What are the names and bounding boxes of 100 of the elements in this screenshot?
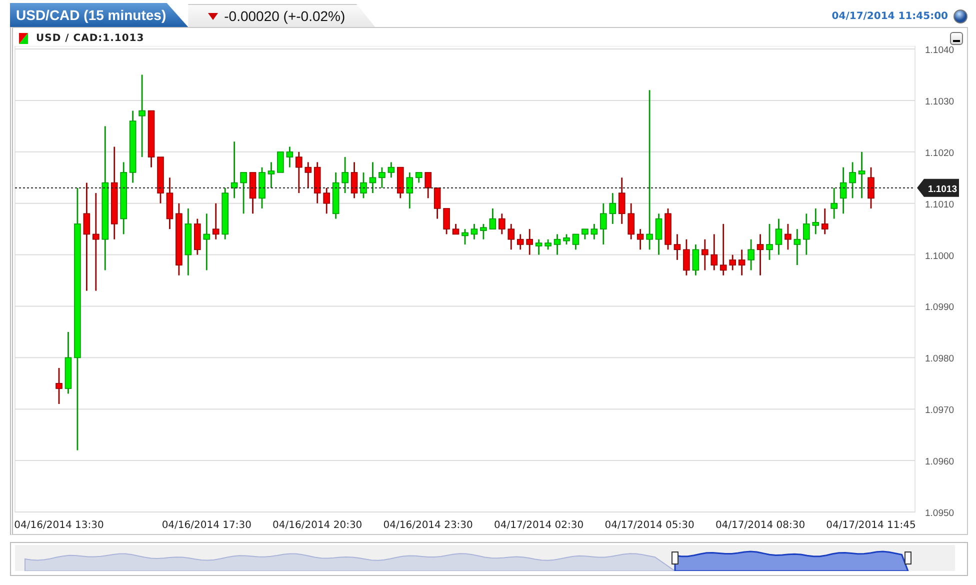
y-axis-label: 1.0980 [925,354,954,365]
candlestick [498,214,506,234]
candlestick [184,208,192,276]
candlestick [664,208,672,250]
candlestick [350,162,358,198]
candlestick [720,224,727,276]
x-axis-label: 04/16/2014 13:30 [14,520,104,531]
candlestick [268,162,275,188]
y-axis-label: 1.1020 [925,148,954,159]
candlestick [397,166,404,198]
candlestick [434,187,441,219]
sphere-icon [953,9,968,24]
candlestick [56,368,62,404]
candlestick [784,224,792,250]
candlestick [692,244,700,276]
candlestick [628,203,634,240]
candlestick [702,239,708,270]
x-axis-label: 04/16/2014 23:30 [383,520,473,531]
y-axis-label: 1.0950 [925,508,954,519]
candlestick [378,167,386,188]
candlestick [554,234,561,255]
y-axis-label: 1.0970 [925,405,954,416]
candlestick [462,229,468,244]
candlestick [314,162,321,204]
candlestick [674,234,681,260]
x-axis-label: 04/16/2014 20:30 [272,520,362,531]
candlestick [406,172,414,208]
y-axis-label: 1.1030 [925,96,954,108]
candlestick [296,152,302,194]
candlestick [508,224,515,250]
candlestick [424,172,432,198]
candlestick [526,229,533,255]
x-axis-label: 04/16/2014 17:30 [162,520,252,531]
candlestick [452,224,460,235]
candlestick [775,218,782,255]
x-axis-label: 04/17/2014 02:30 [494,520,584,531]
candlestick [480,224,487,240]
candlestick [840,167,847,214]
y-axis-label: 1.1010 [925,199,954,210]
candlestick [212,203,220,240]
candlestick [203,214,210,270]
x-axis-label: 04/17/2014 11:45 [826,520,916,531]
candlestick [655,214,662,255]
candlestick [194,218,201,255]
candlestick [157,156,164,204]
candlestick [600,203,607,244]
x-axis-label: 04/17/2014 08:30 [715,520,806,531]
candlestick [803,214,810,255]
candlestick [304,162,312,188]
candlestick [489,208,496,230]
candlestick [748,239,754,270]
candlestick [230,142,238,198]
candlestick [563,234,570,244]
candlestick [332,172,340,219]
candlestick [323,188,330,214]
y-axis-label: 1.0990 [925,302,954,314]
timestamp: 04/17/2014 11:45:00 [832,11,948,22]
candlestick [794,229,801,266]
candlestick [858,152,866,198]
candlestick [388,162,395,178]
candlestick [609,193,616,224]
candlestick [590,224,598,240]
candlestick [710,234,718,270]
minimize-button[interactable] [950,32,963,44]
price-change: -0.00020 (+-0.02%) [224,8,346,24]
candlestick [360,172,367,198]
candlestick [240,172,247,214]
candlestick [64,332,72,394]
price-tag-label: 1.1013 [928,184,958,195]
candlestick [830,188,838,219]
y-axis-label: 1.1000 [925,250,954,262]
candlestick [636,229,644,250]
candlestick [821,208,828,234]
candlestick [166,178,174,230]
candlestick [849,162,856,198]
candlestick [766,224,773,260]
legend-swatch-icon [19,32,28,44]
candlestick [470,224,478,240]
candlestick [249,172,256,214]
candlestick [148,110,155,168]
candlestick [286,146,294,168]
y-axis-label: 1.1040 [925,46,954,56]
candlestick [277,151,284,174]
candlestick [582,228,588,240]
candlestick [258,167,266,208]
candlestick [443,208,450,234]
candlestick [729,254,736,270]
candlestick [572,234,580,250]
price-tag [917,178,959,197]
candlestick [812,208,820,234]
candlestick [756,234,764,276]
navigator-drawing[interactable] [15,545,955,571]
y-axis-label: 1.0960 [925,456,954,468]
chart-title-tab[interactable]: USD/CAD (15 minutes) [10,3,188,27]
candlestick [618,178,626,224]
legend-label: USD / CAD:1.1013 [36,32,144,44]
candlestick [222,188,228,240]
candlestick [738,250,746,276]
candlestick [683,239,690,276]
candlestick [516,234,524,250]
